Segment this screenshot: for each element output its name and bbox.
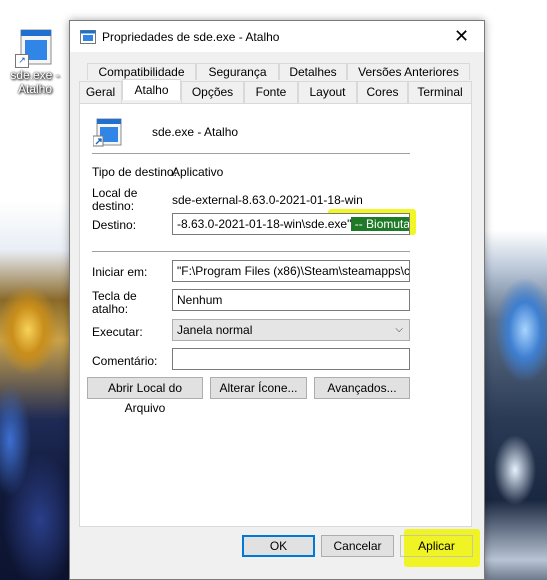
- title-bar[interactable]: Propriedades de sde.exe - Atalho ✕: [70, 21, 484, 52]
- abrir-local-button[interactable]: Abrir Local do Arquivo: [87, 377, 203, 415]
- tab-versoes-anteriores[interactable]: Versões Anteriores: [347, 63, 470, 80]
- destino-selected-text: -- Biomutant.exe: [351, 217, 409, 231]
- window-app-icon: [80, 30, 96, 47]
- comentario-input[interactable]: [172, 348, 410, 370]
- local-destino-label: Local de destino:: [92, 186, 138, 213]
- local-destino-value: sde-external-8.63.0-2021-01-18-win: [172, 193, 363, 207]
- properties-dialog: Propriedades de sde.exe - Atalho ✕ Compa…: [69, 20, 485, 580]
- iniciar-em-label: Iniciar em:: [92, 265, 148, 279]
- tipo-destino-value: Aplicativo: [172, 165, 224, 179]
- apply-button[interactable]: Aplicar: [400, 535, 473, 557]
- iniciar-em-input[interactable]: "F:\Program Files (x86)\Steam\steamapps\…: [172, 260, 410, 282]
- executar-select[interactable]: Janela normal ⌵: [172, 319, 410, 341]
- tab-terminal[interactable]: Terminal: [408, 81, 472, 103]
- comentario-label: Comentário:: [92, 354, 158, 368]
- tecla-atalho-input[interactable]: Nenhum: [172, 289, 410, 311]
- exe-file-icon: ↗: [15, 28, 55, 68]
- tab-atalho[interactable]: Atalho: [122, 79, 181, 100]
- close-icon[interactable]: ✕: [439, 21, 484, 52]
- avancados-button[interactable]: Avançados...: [314, 377, 410, 399]
- executar-label: Executar:: [92, 325, 143, 339]
- cancel-button[interactable]: Cancelar: [321, 535, 394, 557]
- shortcut-file-icon: [92, 118, 123, 151]
- separator: [92, 153, 410, 154]
- destino-text: -8.63.0-2021-01-18-win\sde.exe": [177, 217, 352, 231]
- shortcut-arrow-icon: ↗: [15, 54, 29, 68]
- window-title: Propriedades de sde.exe - Atalho: [102, 30, 280, 44]
- separator: [92, 251, 410, 252]
- shortcut-name: sde.exe - Atalho: [152, 125, 239, 139]
- tecla-atalho-label: Tecla de atalho:: [92, 289, 137, 316]
- tab-seguranca[interactable]: Segurança: [196, 63, 279, 80]
- desktop-shortcut-icon[interactable]: ↗ sde.exe - Atalho: [2, 28, 68, 96]
- destino-input[interactable]: -8.63.0-2021-01-18-win\sde.exe" -- Biomu…: [172, 213, 410, 235]
- desktop-icon-label: sde.exe - Atalho: [10, 68, 60, 96]
- tipo-destino-label: Tipo de destino:: [92, 165, 177, 179]
- ok-button[interactable]: OK: [242, 535, 315, 557]
- tab-opcoes[interactable]: Opções: [181, 81, 244, 103]
- destino-label: Destino:: [92, 218, 137, 232]
- executar-selected-value: Janela normal: [177, 323, 253, 337]
- alterar-icone-button[interactable]: Alterar Ícone...: [210, 377, 307, 399]
- tab-detalhes[interactable]: Detalhes: [279, 63, 347, 80]
- tab-fonte[interactable]: Fonte: [244, 81, 298, 103]
- desktop-wallpaper-right: [485, 0, 547, 580]
- chevron-down-icon: ⌵: [395, 324, 403, 335]
- tab-compatibilidade[interactable]: Compatibilidade: [87, 63, 196, 80]
- tab-cores[interactable]: Cores: [357, 81, 408, 103]
- tab-panel-atalho: sde.exe - Atalho Tipo de destino: Aplica…: [79, 103, 472, 527]
- tab-layout[interactable]: Layout: [298, 81, 357, 103]
- tab-geral[interactable]: Geral: [79, 81, 122, 103]
